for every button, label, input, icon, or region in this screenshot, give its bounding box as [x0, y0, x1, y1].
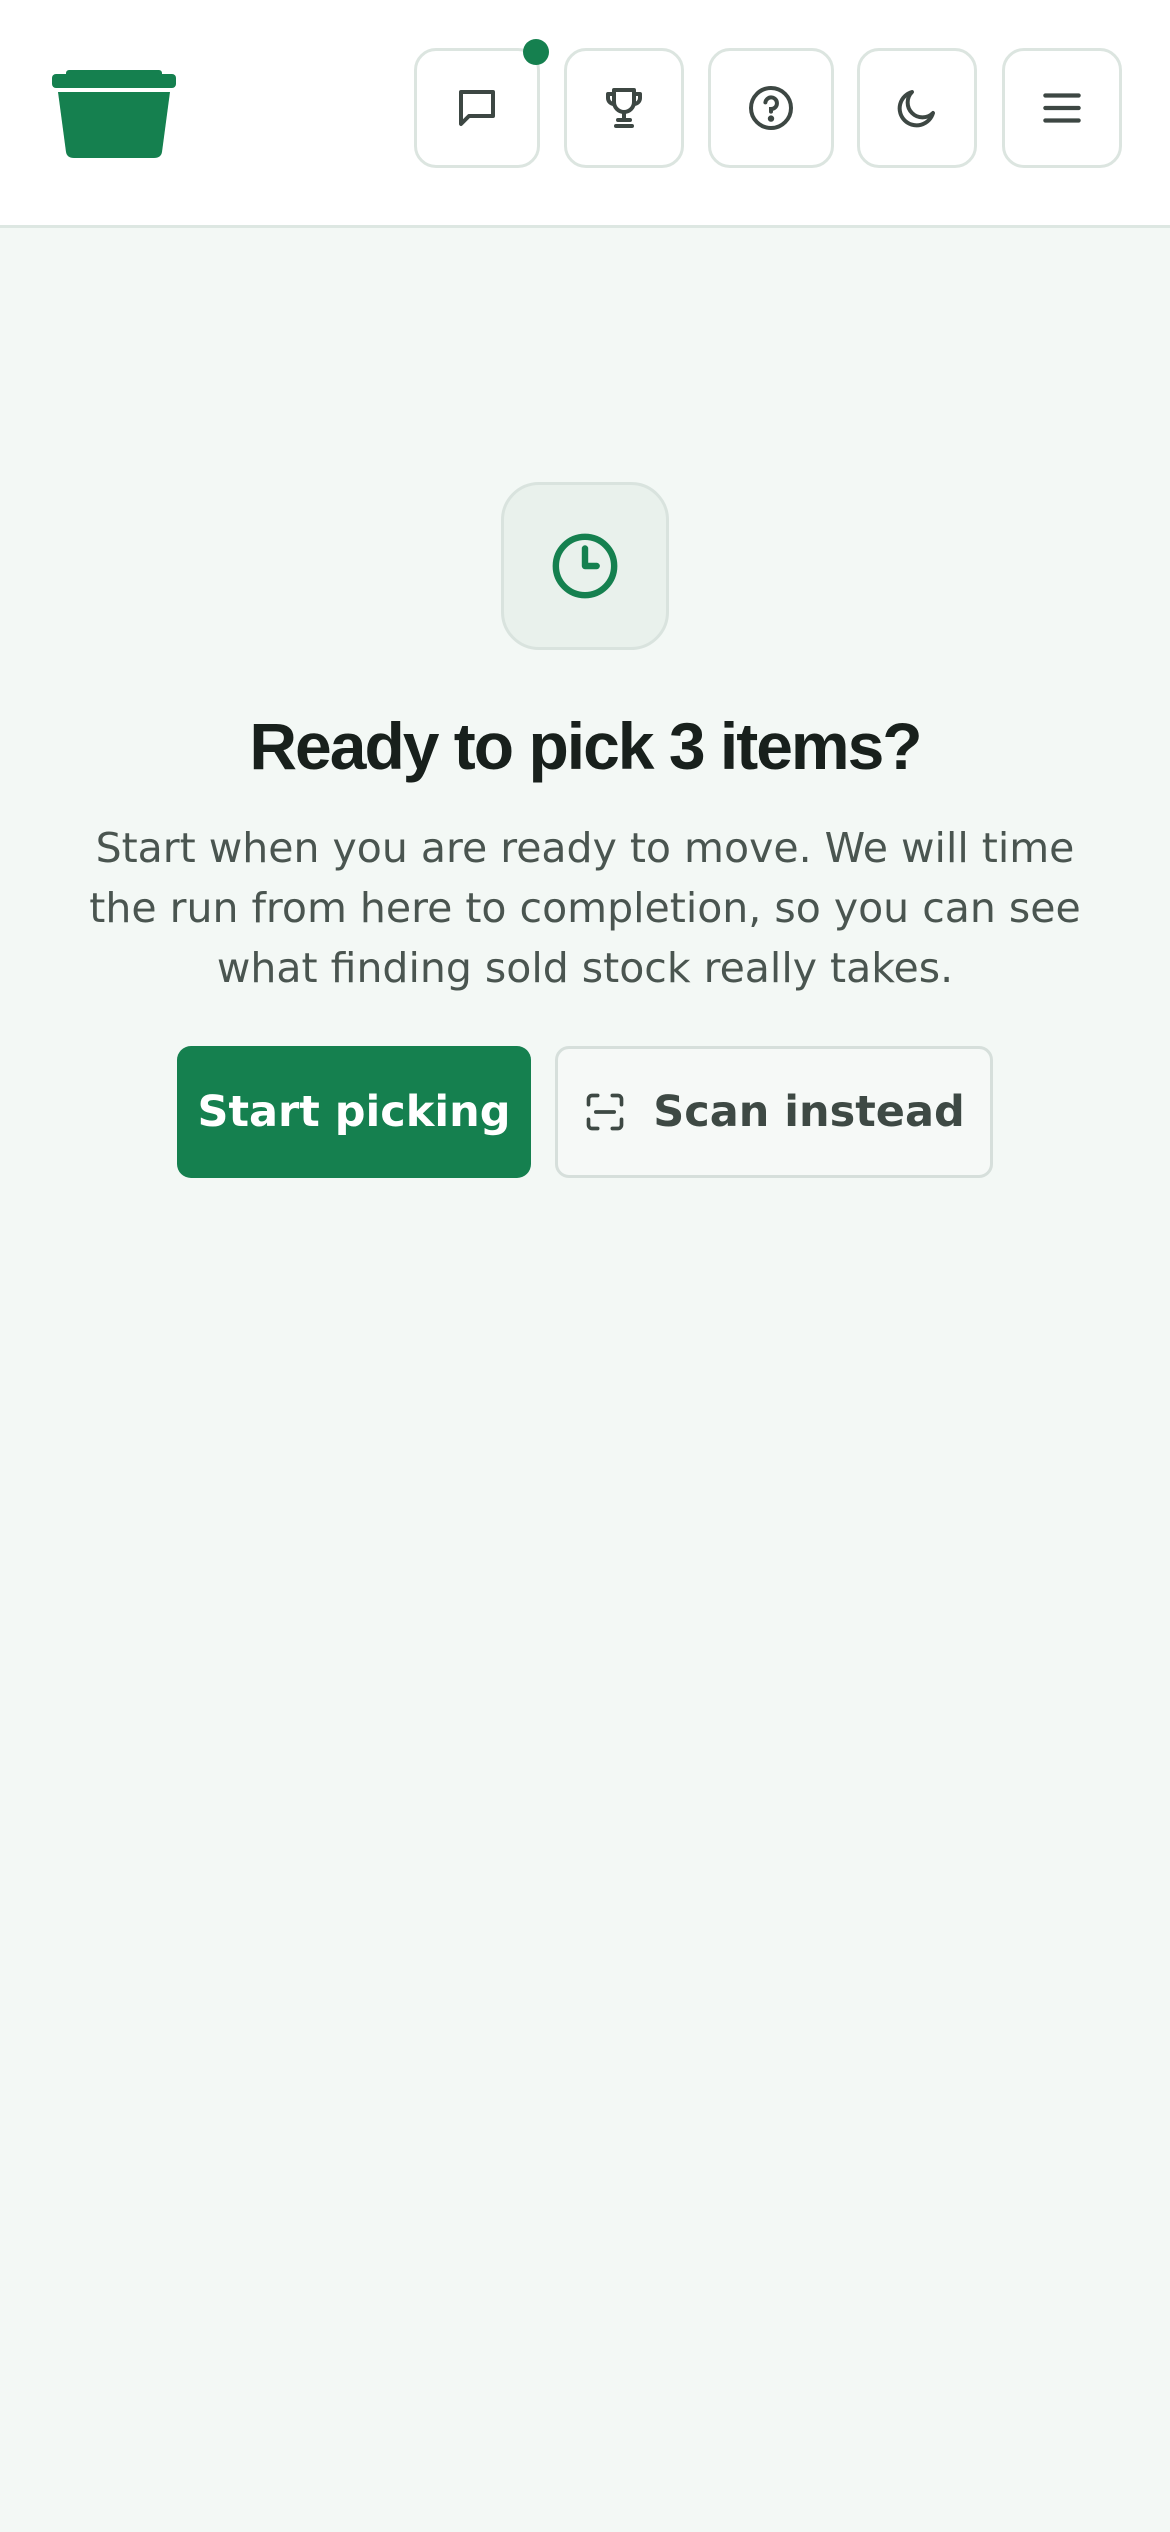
notification-dot	[523, 39, 549, 65]
menu-button[interactable]	[1002, 48, 1122, 168]
app-header	[0, 0, 1170, 228]
bin-logo-icon[interactable]	[52, 70, 176, 158]
trophy-icon	[606, 88, 642, 128]
scan-instead-label: Scan instead	[653, 1087, 965, 1137]
messages-button[interactable]	[414, 39, 549, 168]
page-description: Start when you are ready to move. We wil…	[89, 824, 1081, 992]
moon-icon	[897, 90, 935, 128]
leaderboard-button[interactable]	[564, 48, 684, 168]
hamburger-icon	[1043, 93, 1081, 123]
theme-toggle-button[interactable]	[857, 48, 977, 168]
help-button[interactable]	[708, 48, 834, 168]
chat-bubble-icon	[459, 90, 495, 126]
help-circle-icon	[749, 86, 793, 130]
clock-icon	[552, 533, 618, 599]
scan-instead-button[interactable]: Scan instead	[555, 1046, 993, 1178]
page-title: Ready to pick 3 items?	[249, 709, 922, 783]
scan-icon	[586, 1093, 624, 1131]
timer-badge	[501, 482, 669, 650]
start-picking-button[interactable]: Start picking	[177, 1046, 531, 1178]
